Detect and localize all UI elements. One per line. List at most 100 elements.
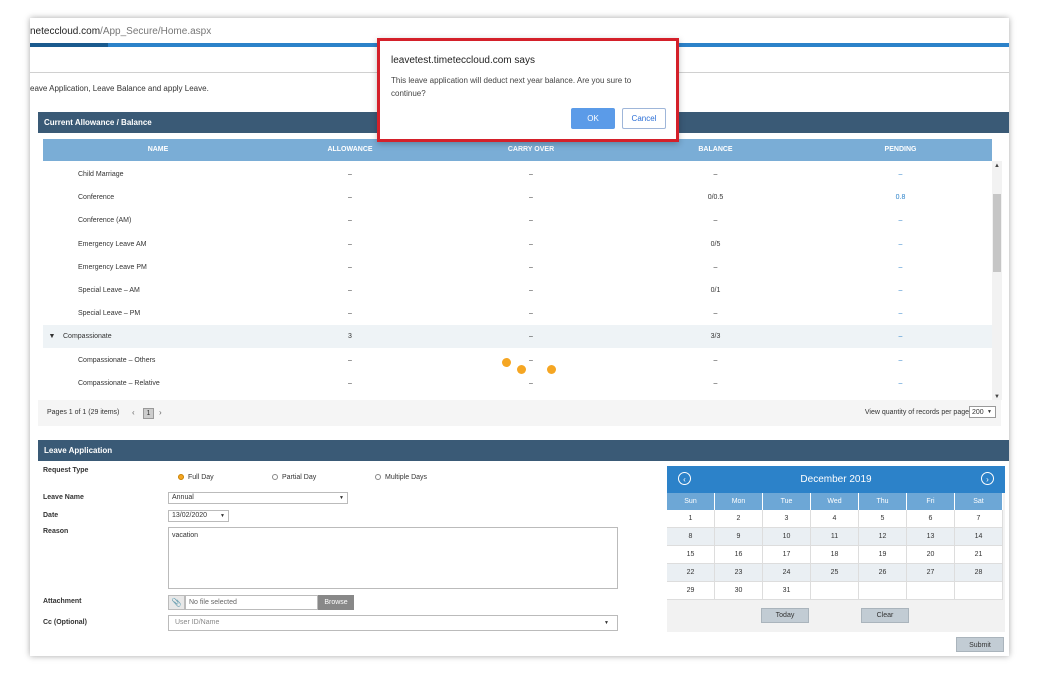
col-allowance[interactable]: ALLOWANCE — [306, 139, 394, 161]
leave-name-value: Annual — [172, 494, 194, 501]
attachment-field[interactable]: No file selected — [185, 595, 318, 610]
scroll-thumb[interactable] — [993, 194, 1001, 272]
cell-allowance: – — [348, 356, 352, 364]
pager-page-1[interactable]: 1 — [143, 408, 154, 419]
date-picker[interactable]: 13/02/2020 ▼ — [168, 510, 229, 522]
calendar-day — [811, 582, 859, 600]
cell-pending[interactable]: – — [858, 302, 943, 325]
calendar-day[interactable]: 24 — [763, 564, 811, 582]
cell-pending[interactable]: – — [858, 372, 943, 395]
calendar-day[interactable]: 2 — [715, 510, 763, 528]
cell-carry: – — [529, 287, 533, 294]
col-balance[interactable]: BALANCE — [673, 139, 758, 161]
cell-balance: 3/3 — [710, 333, 721, 341]
date-value: 13/02/2020 — [172, 512, 208, 519]
dialog-title: leavetest.timeteccloud.com says — [391, 55, 535, 66]
cell-balance: 0/1 — [710, 287, 721, 294]
row-name: Emergency Leave PM — [78, 263, 147, 271]
radio-partial-day[interactable]: Partial Day — [272, 474, 316, 481]
url-host: neteccloud.com — [30, 26, 101, 37]
cell-pending[interactable]: – — [858, 349, 943, 372]
cell-pending[interactable]: – — [858, 325, 943, 348]
row-name: Conference — [78, 194, 115, 202]
calendar-day[interactable]: 26 — [859, 564, 907, 582]
calendar-day[interactable]: 8 — [667, 528, 715, 546]
radio-multiple-days[interactable]: Multiple Days — [375, 474, 427, 481]
calendar-day[interactable]: 17 — [763, 546, 811, 564]
browse-button[interactable]: Browse — [318, 595, 354, 610]
calendar-day[interactable]: 5 — [859, 510, 907, 528]
calendar-day[interactable]: 3 — [763, 510, 811, 528]
expand-toggle-icon[interactable]: ▼ — [47, 325, 57, 348]
calendar-day[interactable]: 25 — [811, 564, 859, 582]
table-row: Conference – – 0/0.5 0.8 — [43, 186, 992, 209]
calendar-day[interactable]: 31 — [763, 582, 811, 600]
calendar-day[interactable]: 1 — [667, 510, 715, 528]
calendar-day[interactable]: 30 — [715, 582, 763, 600]
cc-input[interactable]: User ID/Name ▼ — [168, 615, 618, 631]
submit-button[interactable]: Submit — [956, 637, 1004, 652]
calendar-day[interactable]: 9 — [715, 528, 763, 546]
calendar-day[interactable]: 15 — [667, 546, 715, 564]
calendar-day[interactable]: 18 — [811, 546, 859, 564]
table-row: Emergency Leave AM – – 0/5 – — [43, 233, 992, 256]
cell-pending[interactable]: – — [858, 209, 943, 232]
col-carry-over[interactable]: CARRY OVER — [486, 139, 576, 161]
cell-carry: – — [529, 310, 533, 318]
calendar-day[interactable]: 7 — [955, 510, 1003, 528]
cell-pending[interactable]: – — [858, 256, 943, 279]
calendar-day[interactable]: 16 — [715, 546, 763, 564]
cell-allowance: – — [348, 310, 352, 318]
calendar-day[interactable]: 12 — [859, 528, 907, 546]
calendar-day[interactable]: 14 — [955, 528, 1003, 546]
calendar-day[interactable]: 13 — [907, 528, 955, 546]
request-type-label: Request Type — [43, 467, 89, 474]
group-row: ▼ Compassionate 3 – 3/3 – — [43, 325, 992, 349]
calendar-day[interactable]: 19 — [859, 546, 907, 564]
calendar-header: ‹ December 2019 › — [667, 466, 1005, 493]
calendar-day[interactable]: 28 — [955, 564, 1003, 582]
calendar-day[interactable]: 23 — [715, 564, 763, 582]
row-name: Emergency Leave AM — [78, 240, 147, 248]
today-button[interactable]: Today — [761, 608, 809, 623]
address-bar[interactable]: neteccloud.com/App_Secure/Home.aspx — [30, 23, 211, 41]
reason-textarea[interactable]: vacation — [168, 527, 618, 589]
url-path: /App_Secure/Home.aspx — [100, 26, 212, 37]
cell-pending[interactable]: – — [858, 163, 943, 186]
cell-pending[interactable]: – — [858, 279, 943, 302]
ok-button[interactable]: OK — [571, 108, 615, 129]
grid-scrollbar[interactable]: ▲ ▼ — [992, 161, 1002, 400]
calendar-next-icon[interactable]: › — [981, 472, 994, 485]
page-size-select[interactable]: 200 ▼ — [969, 406, 996, 418]
calendar-day[interactable]: 10 — [763, 528, 811, 546]
cell-balance: 0/0.5 — [707, 194, 724, 202]
calendar-day[interactable]: 21 — [955, 546, 1003, 564]
calendar-day[interactable]: 4 — [811, 510, 859, 528]
cell-balance: – — [713, 171, 718, 178]
col-name[interactable]: NAME — [118, 139, 198, 161]
calendar-day[interactable]: 22 — [667, 564, 715, 582]
cancel-button[interactable]: Cancel — [622, 108, 666, 129]
cell-allowance: – — [348, 217, 352, 225]
cell-allowance: – — [348, 171, 352, 178]
cc-placeholder: User ID/Name — [175, 619, 220, 626]
cell-carry: – — [529, 240, 533, 248]
calendar-day[interactable]: 11 — [811, 528, 859, 546]
calendar-day[interactable]: 6 — [907, 510, 955, 528]
radio-selected-icon — [178, 474, 184, 481]
cell-balance: – — [713, 310, 718, 318]
scroll-up-icon[interactable]: ▲ — [992, 163, 1002, 169]
leave-name-select[interactable]: Annual ▼ — [168, 492, 348, 504]
cell-pending[interactable]: – — [858, 233, 943, 256]
clear-button[interactable]: Clear — [861, 608, 909, 623]
radio-full-day[interactable]: Full Day — [178, 474, 214, 481]
calendar-day[interactable]: 29 — [667, 582, 715, 600]
calendar-day[interactable]: 27 — [907, 564, 955, 582]
col-pending[interactable]: PENDING — [858, 139, 943, 161]
pager-next-icon[interactable]: › — [159, 400, 162, 426]
cell-pending[interactable]: 0.8 — [858, 186, 943, 209]
calendar-day[interactable]: 20 — [907, 546, 955, 564]
cell-allowance: – — [348, 287, 352, 294]
table-row: Special Leave – PM – – – – — [43, 302, 992, 325]
pager-prev-icon[interactable]: ‹ — [132, 400, 135, 426]
